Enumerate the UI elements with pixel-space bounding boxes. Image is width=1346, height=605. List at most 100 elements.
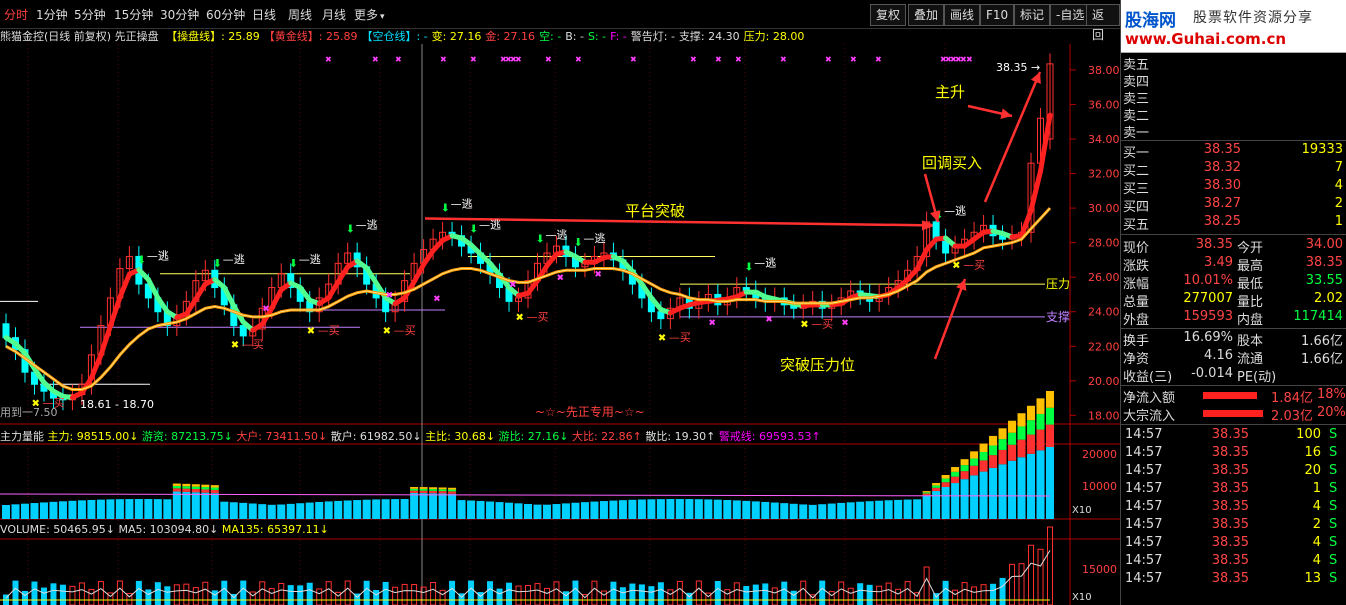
retail-bar <box>533 504 542 519</box>
quote-row: 外盘 159593 内盘 117414 <box>1121 309 1346 328</box>
buy-volume: 7 <box>1334 160 1343 175</box>
quote-value: 33.55 <box>1305 273 1343 288</box>
volume-bar <box>344 580 351 605</box>
period-tab[interactable]: 60分钟 <box>206 6 245 23</box>
arrow-down-icon: ⬇ <box>469 222 478 235</box>
trend-signal-line <box>269 287 284 311</box>
warning-marker-icon: ✖ <box>735 55 742 64</box>
buy-volume: 1 <box>1334 214 1343 229</box>
retail-bar <box>286 503 295 519</box>
big-bar <box>210 489 219 494</box>
big-bar <box>941 482 950 488</box>
volume-bar <box>363 580 370 605</box>
quote-value: 38.35 <box>1195 237 1233 252</box>
retail-bar <box>49 501 58 519</box>
volume-bar <box>97 581 104 605</box>
warning-marker-icon: ✖ <box>395 55 402 64</box>
tick-volume: 13 <box>1304 571 1321 586</box>
price-tick-label: 18.00 <box>1088 409 1120 422</box>
buy-price: 38.27 <box>1203 196 1241 211</box>
trend-signal-line <box>107 294 123 329</box>
retail-bar <box>362 499 371 519</box>
tick-price: 38.35 <box>1211 571 1249 586</box>
toolbar-button[interactable]: 返回 <box>1086 4 1120 42</box>
volume-bar <box>69 585 76 605</box>
flow-value: 2.03亿 <box>1271 409 1313 424</box>
retail-bar <box>875 500 884 519</box>
buy-marker-icon: ✖ <box>658 333 666 344</box>
retail-bar <box>580 502 589 519</box>
volume-bar <box>885 582 892 605</box>
indicator-value: 空: - <box>539 30 562 43</box>
retail-bar <box>1046 446 1054 519</box>
price-tick-label: 32.00 <box>1088 168 1120 181</box>
tick-volume: 4 <box>1312 535 1321 550</box>
retail-bar <box>467 500 476 519</box>
volume-bar <box>733 582 740 605</box>
tick-time: 14:57 <box>1125 427 1163 442</box>
tick-row: 14:57 38.35 16 S <box>1121 445 1346 463</box>
toolbar-button[interactable]: 画线 <box>944 4 981 26</box>
period-tab[interactable]: 15分钟 <box>114 6 153 23</box>
brand-banner: 股海网 股票软件资源分享 www.Guhai.com.cn <box>1121 0 1346 53</box>
volume-bar <box>600 590 607 605</box>
period-tab[interactable]: 5分钟 <box>74 6 106 23</box>
volume-bar <box>971 586 978 605</box>
hot-bar <box>429 489 438 491</box>
toolbar-button[interactable]: 叠加 <box>908 4 945 26</box>
retail-bar <box>68 500 77 519</box>
period-tab[interactable]: 分时 <box>4 6 28 23</box>
quote-label: 流通 <box>1237 352 1264 367</box>
period-tab[interactable]: 日线 <box>252 6 276 23</box>
retail-bar <box>106 499 115 519</box>
big-bar <box>998 449 1007 465</box>
quote-value: 1.66亿 <box>1301 352 1343 367</box>
resistance-label: 压力 <box>1046 277 1070 291</box>
period-tab[interactable]: 周线 <box>288 6 312 23</box>
quote-label: 股本 <box>1237 334 1264 349</box>
toolbar-button[interactable]: 标记 <box>1014 4 1051 26</box>
indicator-value: 【空仓线】: - <box>361 30 428 43</box>
price-tick-label: 28.00 <box>1088 237 1120 250</box>
volume-bar <box>714 580 721 605</box>
hot-bar <box>182 486 191 489</box>
period-tab[interactable]: 月线 <box>322 6 346 23</box>
indicator1-axis-label: 10000 <box>1082 480 1117 493</box>
retail-bar <box>1017 457 1026 519</box>
period-tab[interactable]: 更多 ▾ <box>354 6 385 23</box>
tick-volume: 1 <box>1312 481 1321 496</box>
volume-bar <box>496 588 503 605</box>
retail-bar <box>134 499 143 519</box>
retail-bar <box>438 493 447 519</box>
tick-time: 14:57 <box>1125 499 1163 514</box>
volume-bar <box>135 580 142 605</box>
period-tab[interactable]: 30分钟 <box>160 6 199 23</box>
retail-bar <box>618 500 627 519</box>
volume-bar <box>1028 544 1035 605</box>
buy-volume: 4 <box>1334 178 1343 193</box>
toolbar-button[interactable]: -自选 <box>1050 4 1091 26</box>
price-tick-label: 34.00 <box>1088 133 1120 146</box>
big-bar <box>951 476 960 484</box>
volume-bar <box>847 587 854 605</box>
escape-signal-label: —逃 <box>299 253 321 266</box>
kline-chart[interactable]: 38.00 36.00 34.00 32.00 30.00 28.00 26.00 24.00… <box>0 44 1120 605</box>
main-bar <box>998 428 1007 440</box>
hot-bar <box>1027 420 1036 435</box>
retail-bar <box>172 491 181 519</box>
main-bar <box>970 451 979 459</box>
retail-bar <box>153 499 162 519</box>
toolbar-button[interactable]: F10 <box>980 4 1015 26</box>
big-bar <box>979 460 988 472</box>
hot-bar <box>1046 407 1054 425</box>
toolbar-button[interactable]: 复权 <box>870 4 907 26</box>
main-bar <box>438 487 447 490</box>
hot-bar <box>1008 432 1017 445</box>
period-tab[interactable]: 1分钟 <box>36 6 68 23</box>
brand-slogan: 股票软件资源分享 <box>1193 10 1313 26</box>
quote-row: 现价 38.35 今开 34.00 <box>1121 237 1346 256</box>
volume-bar <box>392 586 399 605</box>
flow-label: 大宗流入 <box>1123 409 1176 424</box>
buy-label: 买二 <box>1123 164 1150 179</box>
warning-marker-icon: ✖ <box>545 55 552 64</box>
